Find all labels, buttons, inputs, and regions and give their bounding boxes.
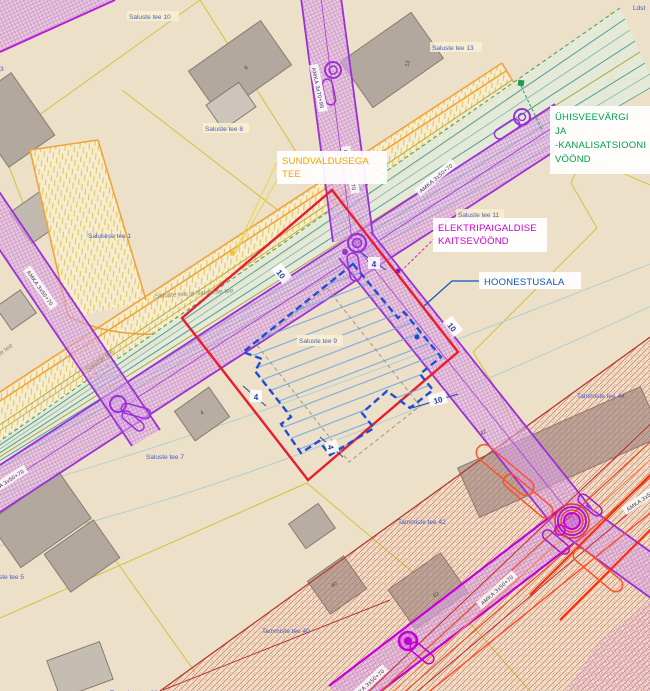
- electrical-point-marker: [396, 269, 401, 274]
- zone-label-hoonestusala: HOONESTUSALA: [479, 272, 581, 289]
- zone-label-sundvaldusega: SUNDVALDUSEGA TEE: [277, 151, 387, 184]
- building-number: 13: [404, 60, 411, 67]
- water-connection-marker: [518, 80, 525, 87]
- hoonestusala-point-marker: [415, 335, 420, 340]
- zone-label-veevark: ÜHISVEEVÄRGI JA -KANALISATSIOONI VÖÖND: [550, 106, 650, 174]
- zone-label-line: ELEKTRIPAIGALDISE: [438, 223, 537, 234]
- dimension-value: 4: [254, 393, 259, 402]
- parcel-label: Saluste tee 13: [432, 45, 474, 52]
- parcel-label: Saluste tee 11: [458, 212, 499, 219]
- parcel-label: 3: [0, 66, 4, 73]
- zone-label-line: -KANALISATSIOONI: [555, 140, 646, 151]
- zone-label-line: TEE: [282, 169, 301, 180]
- map-canvas[interactable]: AMKA 3x70+95 AMKA 3x50+70 AMKA 3x50+70 A…: [0, 0, 650, 691]
- parcel-label: Saluste tee 7: [146, 454, 184, 461]
- zone-label-line: SUNDVALDUSEGA: [282, 156, 369, 167]
- parcel-label: Saluste tee 8: [205, 126, 243, 133]
- parcel-label: Saluste tee 10: [129, 14, 171, 21]
- parcel-label: Ldst: [633, 5, 645, 12]
- site-plan-map[interactable]: AMKA 3x70+95 AMKA 3x50+70 AMKA 3x50+70 A…: [0, 0, 650, 691]
- zone-label-elektripaigaldise: ELEKTRIPAIGALDISE KAITSEVÖÖND: [433, 218, 547, 252]
- parcel-label: Salukese tee 1: [88, 233, 131, 240]
- dimension-value: 4: [372, 260, 377, 269]
- parcel-label: Saluste tee 5: [0, 574, 24, 581]
- zone-label-line: ÜHISVEEVÄRGI: [555, 112, 629, 123]
- zone-label-line: JA: [555, 126, 567, 137]
- zone-label-line: VÖÖND: [555, 154, 591, 165]
- zone-label-line: HOONESTUSALA: [484, 277, 565, 288]
- parcel-label: Tammiste tee 42: [398, 519, 446, 526]
- zone-label-line: KAITSEVÖÖND: [438, 236, 509, 247]
- parcel-label: Tammiste tee 44: [577, 393, 625, 400]
- parcel-label: Saluste tee 9: [299, 338, 337, 345]
- parcel-label: Tammiste tee 40: [262, 628, 310, 635]
